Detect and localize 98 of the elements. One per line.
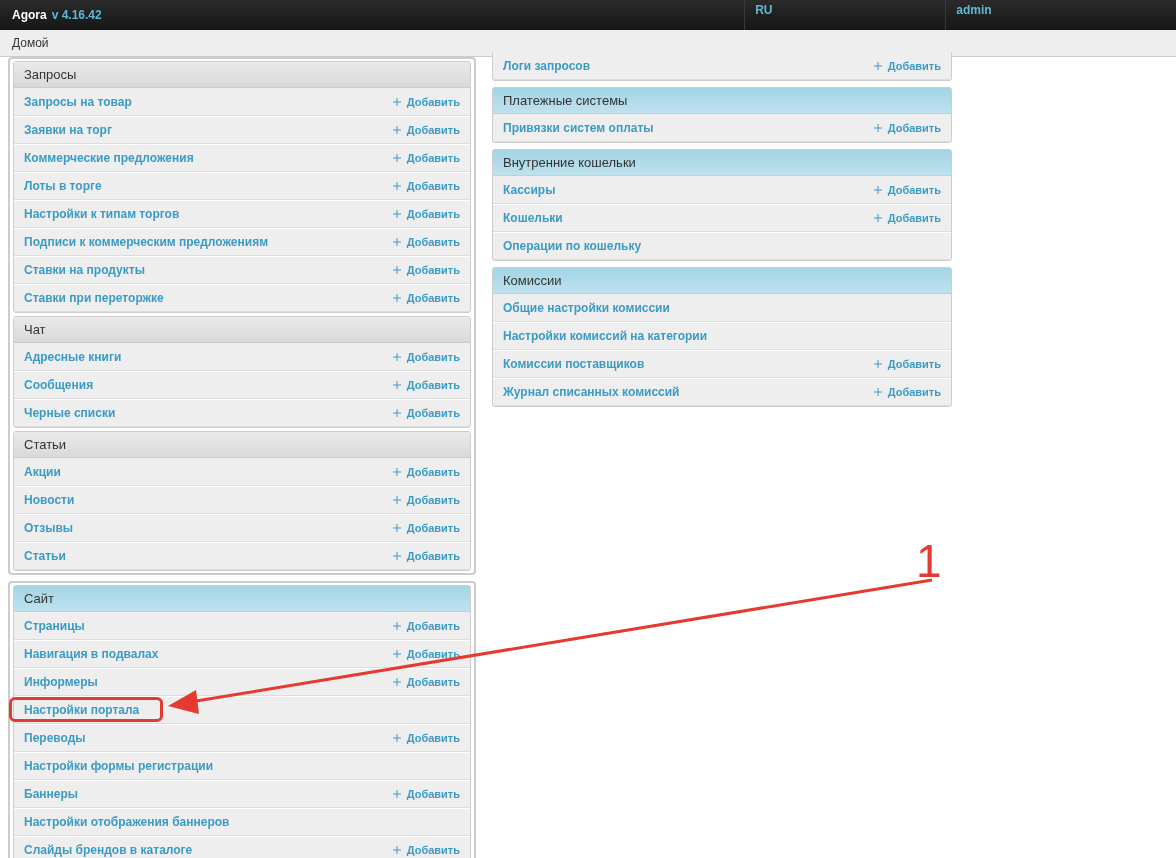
add-link[interactable]: Добавить [392,465,460,478]
model-link[interactable]: Подписи к коммерческим предложениям [24,235,269,249]
model-link[interactable]: Кассиры [503,182,556,197]
model-link[interactable]: Настройки портала [24,703,140,717]
add-link[interactable]: Добавить [873,212,941,224]
model-link[interactable]: Настройки комиссий на категории [503,329,708,343]
plus-icon [392,524,401,532]
model-link[interactable]: Лоты в торге [24,179,102,193]
add-link[interactable]: Добавить [392,180,460,192]
add-link[interactable]: Добавить [392,522,460,534]
add-link[interactable]: Добавить [392,350,460,363]
add-link[interactable]: Добавить [392,124,460,136]
plus-icon [392,97,401,106]
model-link[interactable]: Новости [24,493,75,507]
plus-icon [873,360,882,368]
model-link[interactable]: Настройки к типам торгов [24,207,180,221]
model-link[interactable]: Привязки систем оплаты [503,120,654,135]
add-link[interactable]: Добавить [392,208,460,220]
plus-icon [392,678,401,686]
plus-icon [392,552,401,560]
add-link[interactable]: Добавить [392,292,460,304]
plus-icon [392,154,401,162]
module-header: Чат [14,317,470,343]
model-link[interactable]: Отзывы [24,521,74,535]
plus-icon [392,182,401,190]
add-link[interactable]: Добавить [392,788,460,800]
module-header: Статьи [14,432,470,458]
plus-icon [392,467,401,476]
model-link[interactable]: Баннеры [24,787,79,801]
plus-icon [392,496,401,504]
plus-icon [873,388,882,396]
plus-icon [392,790,401,798]
module-header: Внутренние кошельки [493,150,951,176]
model-link[interactable]: Комиссии поставщиков [503,357,645,371]
model-link[interactable]: Журнал списанных комиссий [503,385,680,399]
plus-icon [873,61,882,70]
add-link[interactable]: Добавить [873,121,941,134]
model-link[interactable]: Ставки на продукты [24,263,145,277]
add-link[interactable]: Добавить [392,648,460,660]
plus-icon [392,381,401,389]
plus-icon [392,650,401,658]
model-link[interactable]: Статьи [24,549,66,563]
model-link[interactable]: Черные списки [24,406,116,420]
annotation-number: 1 [916,538,942,584]
add-link[interactable]: Добавить [392,407,460,419]
plus-icon [392,294,401,302]
model-link[interactable]: Акции [24,464,61,479]
plus-icon [392,846,401,854]
model-link[interactable]: Навигация в подвалах [24,647,159,661]
add-link[interactable]: Добавить [392,619,460,632]
model-link[interactable]: Ставки при переторжке [24,291,164,305]
add-link[interactable]: Добавить [392,236,460,248]
plus-icon [392,409,401,417]
version-label: v 4.16.42 [51,8,102,22]
add-link[interactable]: Добавить [392,550,460,562]
plus-icon [392,126,401,134]
add-link[interactable]: Добавить [392,732,460,744]
add-link[interactable]: Добавить [873,59,941,72]
model-link[interactable]: Слайды брендов в каталоге [24,843,193,857]
add-link[interactable]: Добавить [392,844,460,856]
add-link[interactable]: Добавить [392,95,460,108]
plus-icon [392,734,401,742]
model-link[interactable]: Операции по кошельку [503,239,642,253]
plus-icon [873,123,882,132]
plus-icon [392,238,401,246]
plus-icon [873,185,882,194]
add-link[interactable]: Добавить [392,264,460,276]
plus-icon [392,352,401,361]
plus-icon [392,210,401,218]
add-link[interactable]: Добавить [392,494,460,506]
model-link[interactable]: Настройки формы регистрации [24,759,213,773]
plus-icon [873,214,882,222]
add-link[interactable]: Добавить [392,152,460,164]
model-link[interactable]: Кошельки [503,211,563,225]
brand-name: Agora [12,8,47,22]
module-header: Сайт [14,586,470,612]
model-link[interactable]: Настройки отображения баннеров [24,815,230,829]
model-link[interactable]: Переводы [24,731,86,745]
home-link[interactable]: Домой [12,36,49,50]
module-header: Платежные системы [493,88,951,114]
model-link[interactable]: Заявки на торг [24,123,112,137]
model-link[interactable]: Сообщения [24,378,94,392]
add-link[interactable]: Добавить [873,358,941,370]
add-link[interactable]: Добавить [392,676,460,688]
model-link[interactable]: Запросы на товар [24,94,132,109]
model-link[interactable]: Логи запросов [503,58,591,73]
model-link[interactable]: Информеры [24,675,98,689]
model-link[interactable]: Коммерческие предложения [24,151,194,165]
model-link[interactable]: Общие настройки комиссии [503,300,670,315]
module-header: Запросы [14,62,470,88]
add-link[interactable]: Добавить [873,183,941,196]
add-link[interactable]: Добавить [392,379,460,391]
plus-icon [392,621,401,630]
model-link[interactable]: Страницы [24,618,85,633]
model-link[interactable]: Адресные книги [24,349,122,364]
add-link[interactable]: Добавить [873,386,941,398]
plus-icon [392,266,401,274]
module-header: Комиссии [493,268,951,294]
